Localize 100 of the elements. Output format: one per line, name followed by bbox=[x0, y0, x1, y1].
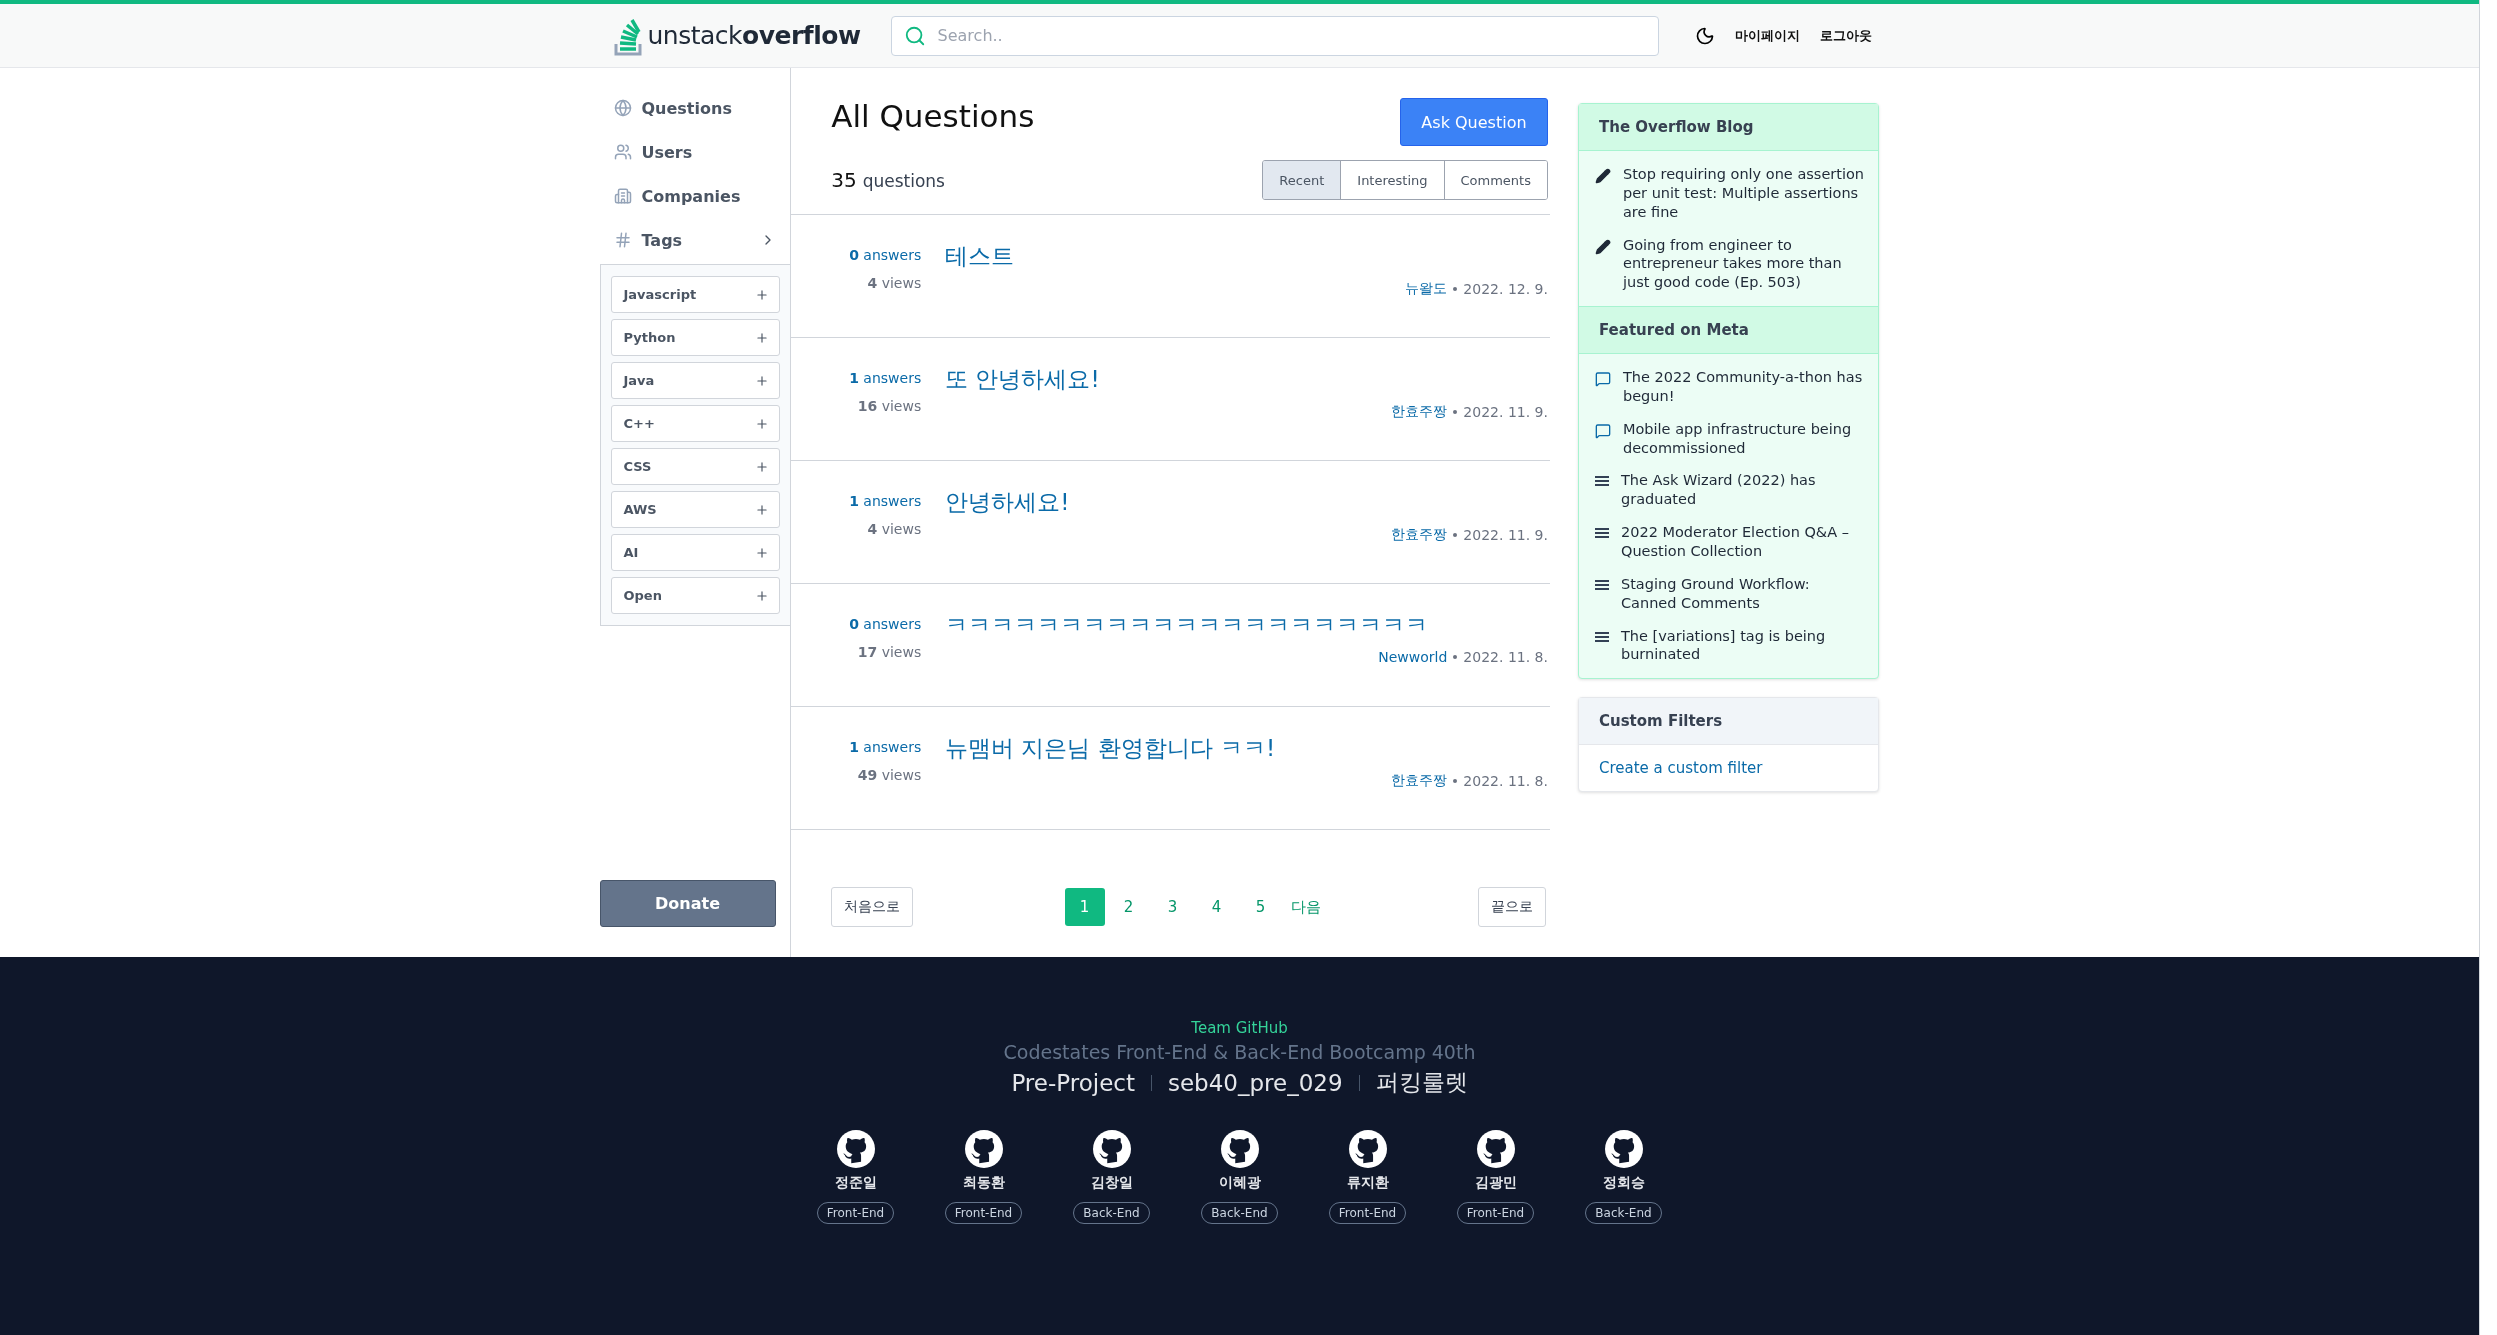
answer-count: 0 answers bbox=[849, 616, 922, 632]
author-link[interactable]: Newworld bbox=[1378, 649, 1448, 665]
author-link[interactable]: 한효주짱 bbox=[1391, 526, 1448, 544]
sidebar-item[interactable]: Users bbox=[599, 130, 791, 174]
card-header: The Overflow Blog bbox=[1578, 104, 1879, 151]
plus-icon bbox=[755, 502, 770, 517]
sidebar-item[interactable]: Questions bbox=[599, 86, 791, 130]
tag-button[interactable]: Java bbox=[610, 362, 781, 399]
moon-icon[interactable] bbox=[1694, 25, 1715, 46]
question-title[interactable]: 뉴맴버 지은님 환영합니다 ㅋㅋ! bbox=[945, 733, 1548, 764]
answer-count: 1 answers bbox=[849, 739, 922, 755]
pencil-icon bbox=[1594, 168, 1611, 184]
github-icon[interactable] bbox=[1220, 1130, 1259, 1168]
project-label: 퍼킹룰렛 bbox=[1375, 1068, 1468, 1097]
meta-link[interactable]: The 2022 Community-a-thon has begun! bbox=[1622, 368, 1865, 406]
question-title[interactable]: 테스트 bbox=[945, 241, 1548, 272]
member-name: 정준일 bbox=[834, 1174, 877, 1192]
search-icon bbox=[903, 24, 926, 47]
github-icon[interactable] bbox=[964, 1130, 1003, 1168]
chat-icon bbox=[1594, 422, 1611, 439]
project-label: seb40_pre_029 bbox=[1167, 1069, 1343, 1096]
page-button[interactable]: 3 bbox=[1152, 888, 1193, 926]
tag-button[interactable]: AWS bbox=[610, 491, 781, 528]
view-count: 4 views bbox=[867, 521, 922, 537]
github-icon[interactable] bbox=[836, 1130, 875, 1168]
ask-question-button[interactable]: Ask Question bbox=[1399, 98, 1548, 146]
chat-icon bbox=[1594, 371, 1611, 388]
meta-link[interactable]: 2022 Moderator Election Q&A – Question Collection bbox=[1620, 523, 1865, 561]
plus-icon bbox=[755, 287, 770, 302]
author-link[interactable]: 한효주짱 bbox=[1391, 403, 1448, 421]
github-icon[interactable] bbox=[1476, 1130, 1515, 1168]
member-name: 류지환 bbox=[1346, 1174, 1389, 1192]
github-icon[interactable] bbox=[1348, 1130, 1387, 1168]
question-date: 2022. 11. 8. bbox=[1463, 649, 1548, 665]
question-title[interactable]: ㅋㅋㅋㅋㅋㅋㅋㅋㅋㅋㅋㅋㅋㅋㅋㅋㅋㅋㅋㅋㅋ bbox=[945, 610, 1548, 641]
footer-subtitle: Codestates Front-End & Back-End Bootcamp 40th bbox=[1003, 1041, 1476, 1063]
list-icon bbox=[1594, 579, 1609, 592]
plus-icon bbox=[755, 545, 770, 560]
nav-icon bbox=[613, 143, 632, 161]
donate-button[interactable]: Donate bbox=[599, 880, 776, 927]
nav-icon bbox=[613, 99, 632, 117]
logo-text[interactable]: unstackoverflow bbox=[647, 21, 861, 50]
card-header: Featured on Meta bbox=[1578, 306, 1879, 355]
separator-dot bbox=[1453, 655, 1458, 659]
member-name: 김광민 bbox=[1474, 1174, 1517, 1192]
author-link[interactable]: 뉴왈도 bbox=[1405, 280, 1448, 298]
last-page-button[interactable]: 끝으로 bbox=[1477, 887, 1546, 927]
author-link[interactable]: 한효주짱 bbox=[1391, 772, 1448, 790]
separator-dot bbox=[1453, 287, 1458, 291]
next-page-button[interactable]: 다음 bbox=[1284, 888, 1327, 926]
nav-icon bbox=[613, 231, 632, 249]
meta-link[interactable]: The [variations] tag is being burninated bbox=[1620, 626, 1865, 665]
member-name: 정회승 bbox=[1602, 1174, 1645, 1192]
custom-filter-link[interactable]: Create a custom filter bbox=[1578, 745, 1879, 792]
plus-icon bbox=[755, 459, 770, 474]
member-name: 김창일 bbox=[1090, 1174, 1133, 1192]
github-icon[interactable] bbox=[1092, 1130, 1131, 1168]
question-title[interactable]: 또 안녕하세요! bbox=[945, 364, 1548, 395]
filter-tab[interactable]: Comments bbox=[1443, 161, 1547, 199]
question-date: 2022. 11. 8. bbox=[1463, 773, 1548, 789]
first-page-button[interactable]: 처음으로 bbox=[831, 887, 914, 927]
answer-count: 1 answers bbox=[849, 370, 922, 386]
meta-link[interactable]: Staging Ground Workflow: Canned Comments bbox=[1620, 574, 1865, 613]
answer-count: 0 answers bbox=[849, 247, 922, 263]
question-date: 2022. 11. 9. bbox=[1463, 527, 1548, 543]
sidebar-item[interactable]: Tags bbox=[599, 218, 791, 262]
github-icon[interactable] bbox=[1604, 1130, 1643, 1168]
filter-tab[interactable]: Recent bbox=[1263, 161, 1341, 199]
tag-button[interactable]: Python bbox=[610, 319, 781, 356]
tag-button[interactable]: C++ bbox=[610, 405, 781, 442]
tag-button[interactable]: Open bbox=[610, 577, 781, 614]
project-label: Pre-Project bbox=[1011, 1069, 1135, 1096]
question-title[interactable]: 안녕하세요! bbox=[945, 487, 1548, 518]
sidebar-item[interactable]: Companies bbox=[599, 174, 791, 218]
blog-link[interactable]: Stop requiring only one assertion per unit test: Multiple assertions are fine bbox=[1622, 165, 1865, 222]
plus-icon bbox=[755, 416, 770, 431]
tag-button[interactable]: AI bbox=[610, 534, 781, 571]
page-button[interactable]: 5 bbox=[1240, 888, 1281, 926]
plus-icon bbox=[755, 373, 770, 388]
meta-link[interactable]: Mobile app infrastructure being decommissioned bbox=[1622, 419, 1865, 458]
search-field[interactable]: Search.. bbox=[890, 15, 1659, 56]
page-button[interactable]: 4 bbox=[1196, 888, 1237, 926]
list-icon bbox=[1594, 476, 1609, 489]
card-header: Custom Filters bbox=[1578, 698, 1879, 746]
list-icon bbox=[1594, 631, 1609, 644]
view-count: 17 views bbox=[857, 644, 922, 660]
member-name: 최동환 bbox=[962, 1174, 1005, 1192]
header-link[interactable]: 마이페이지 bbox=[1734, 26, 1800, 45]
tag-button[interactable]: CSS bbox=[610, 448, 781, 485]
blog-link[interactable]: Going from engineer to entrepreneur takes more than just good code (Ep. 503) bbox=[1622, 235, 1865, 293]
plus-icon bbox=[755, 330, 770, 345]
header-link[interactable]: 로그아웃 bbox=[1819, 26, 1872, 45]
meta-link[interactable]: The Ask Wizard (2022) has graduated bbox=[1620, 471, 1865, 510]
page-button[interactable]: 2 bbox=[1108, 888, 1149, 926]
view-count: 4 views bbox=[867, 275, 922, 291]
list-icon bbox=[1594, 528, 1609, 541]
question-count: 35 questions bbox=[831, 168, 945, 192]
pencil-icon bbox=[1594, 238, 1611, 255]
tag-button[interactable]: Javascript bbox=[610, 276, 781, 313]
member-name: 이혜광 bbox=[1218, 1174, 1261, 1192]
